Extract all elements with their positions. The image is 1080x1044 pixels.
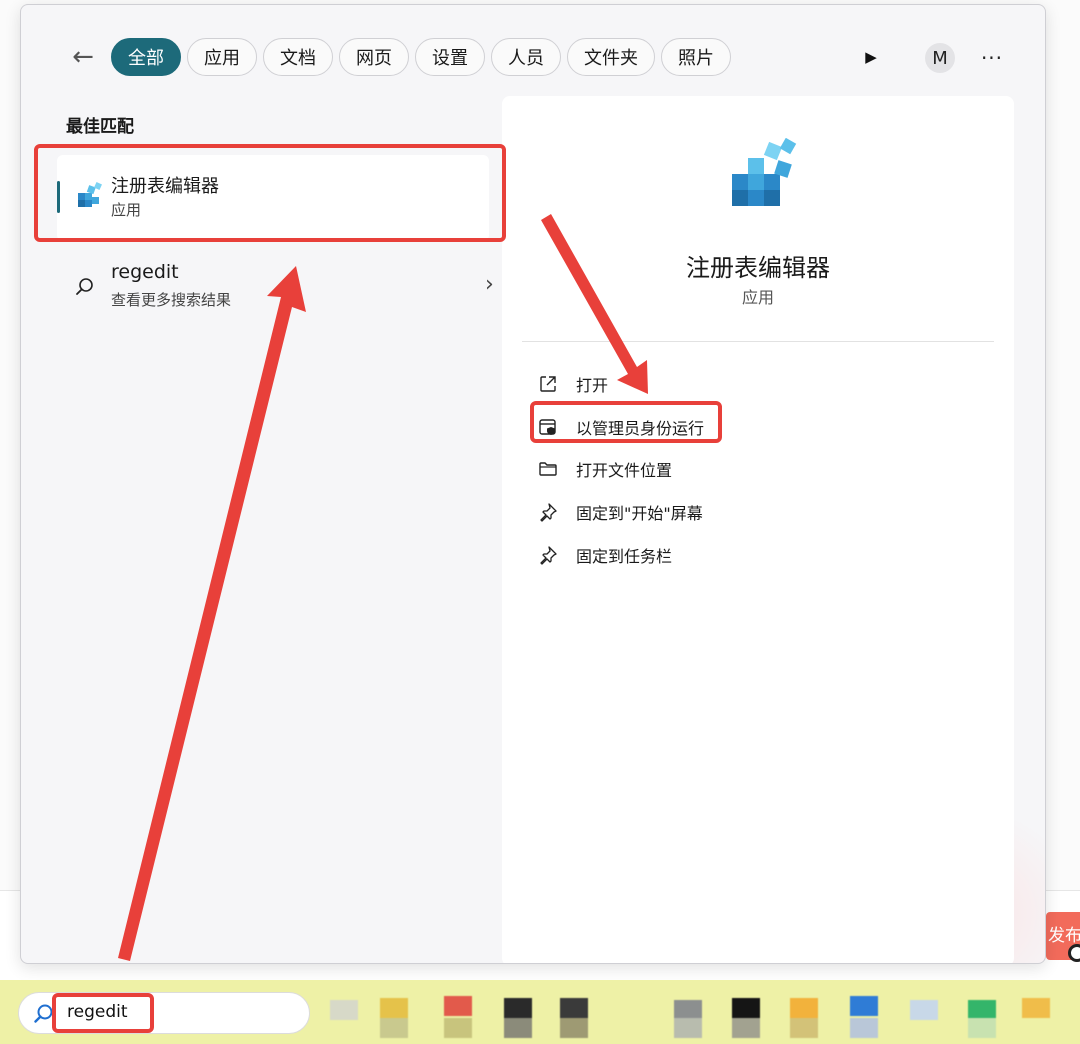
detail-app-type: 应用 (741, 288, 774, 307)
web-search-item[interactable]: regedit 查看更多搜索结果 › (57, 257, 494, 317)
action-pin-to-taskbar[interactable]: 固定到任务栏 (538, 540, 672, 570)
annotation-highlight-best-match (34, 144, 506, 242)
taskbar-app-icons (322, 994, 1062, 1044)
filter-bar: ← 全部 应用 文档 网页 设置 人员 文件夹 照片 (61, 37, 731, 77)
tab-people[interactable]: 人员 (491, 38, 561, 76)
registry-editor-large-icon (732, 138, 797, 206)
search-icon (76, 278, 93, 295)
action-pin-to-start-label: 固定到"开始"屏幕 (576, 504, 703, 523)
pin-icon (540, 503, 557, 522)
action-open-file-location[interactable]: 打开文件位置 (538, 454, 672, 484)
tab-settings[interactable]: 设置 (415, 38, 485, 76)
side-dot-icon (1068, 944, 1080, 962)
annotation-highlight-run-as-admin (530, 401, 722, 443)
action-open[interactable]: 打开 (538, 369, 608, 399)
tab-folders[interactable]: 文件夹 (567, 38, 655, 76)
web-search-subtitle: 查看更多搜索结果 (111, 291, 232, 309)
detail-app-title: 注册表编辑器 (686, 254, 830, 282)
web-search-query: regedit (111, 261, 179, 283)
action-pin-to-start[interactable]: 固定到"开始"屏幕 (538, 497, 703, 527)
open-external-icon (540, 376, 556, 392)
tab-all[interactable]: 全部 (111, 38, 181, 76)
chevron-right-icon[interactable]: › (485, 272, 494, 297)
tab-apps[interactable]: 应用 (187, 38, 257, 76)
tab-photos[interactable]: 照片 (661, 38, 731, 76)
tab-documents[interactable]: 文档 (263, 38, 333, 76)
more-options-button[interactable]: ··· (977, 43, 1007, 73)
annotation-highlight-search-box (52, 993, 154, 1033)
account-avatar[interactable]: M (925, 43, 955, 73)
action-pin-to-taskbar-label: 固定到任务栏 (576, 547, 673, 566)
action-open-label: 打开 (576, 376, 609, 395)
action-open-file-location-label: 打开文件位置 (576, 461, 673, 480)
detail-divider (522, 341, 994, 342)
back-button[interactable]: ← (61, 37, 105, 77)
section-title-best-match: 最佳匹配 (66, 117, 134, 137)
play-icon[interactable]: ▶ (857, 43, 885, 71)
folder-icon (539, 462, 557, 476)
detail-pane: 注册表编辑器 应用 打开 以管理员身份运行 打开文件位置 固定到"开始"屏幕 固… (502, 96, 1014, 963)
pin-icon (540, 546, 557, 565)
taskbar: regedit (0, 980, 1080, 1044)
tab-web[interactable]: 网页 (339, 38, 409, 76)
